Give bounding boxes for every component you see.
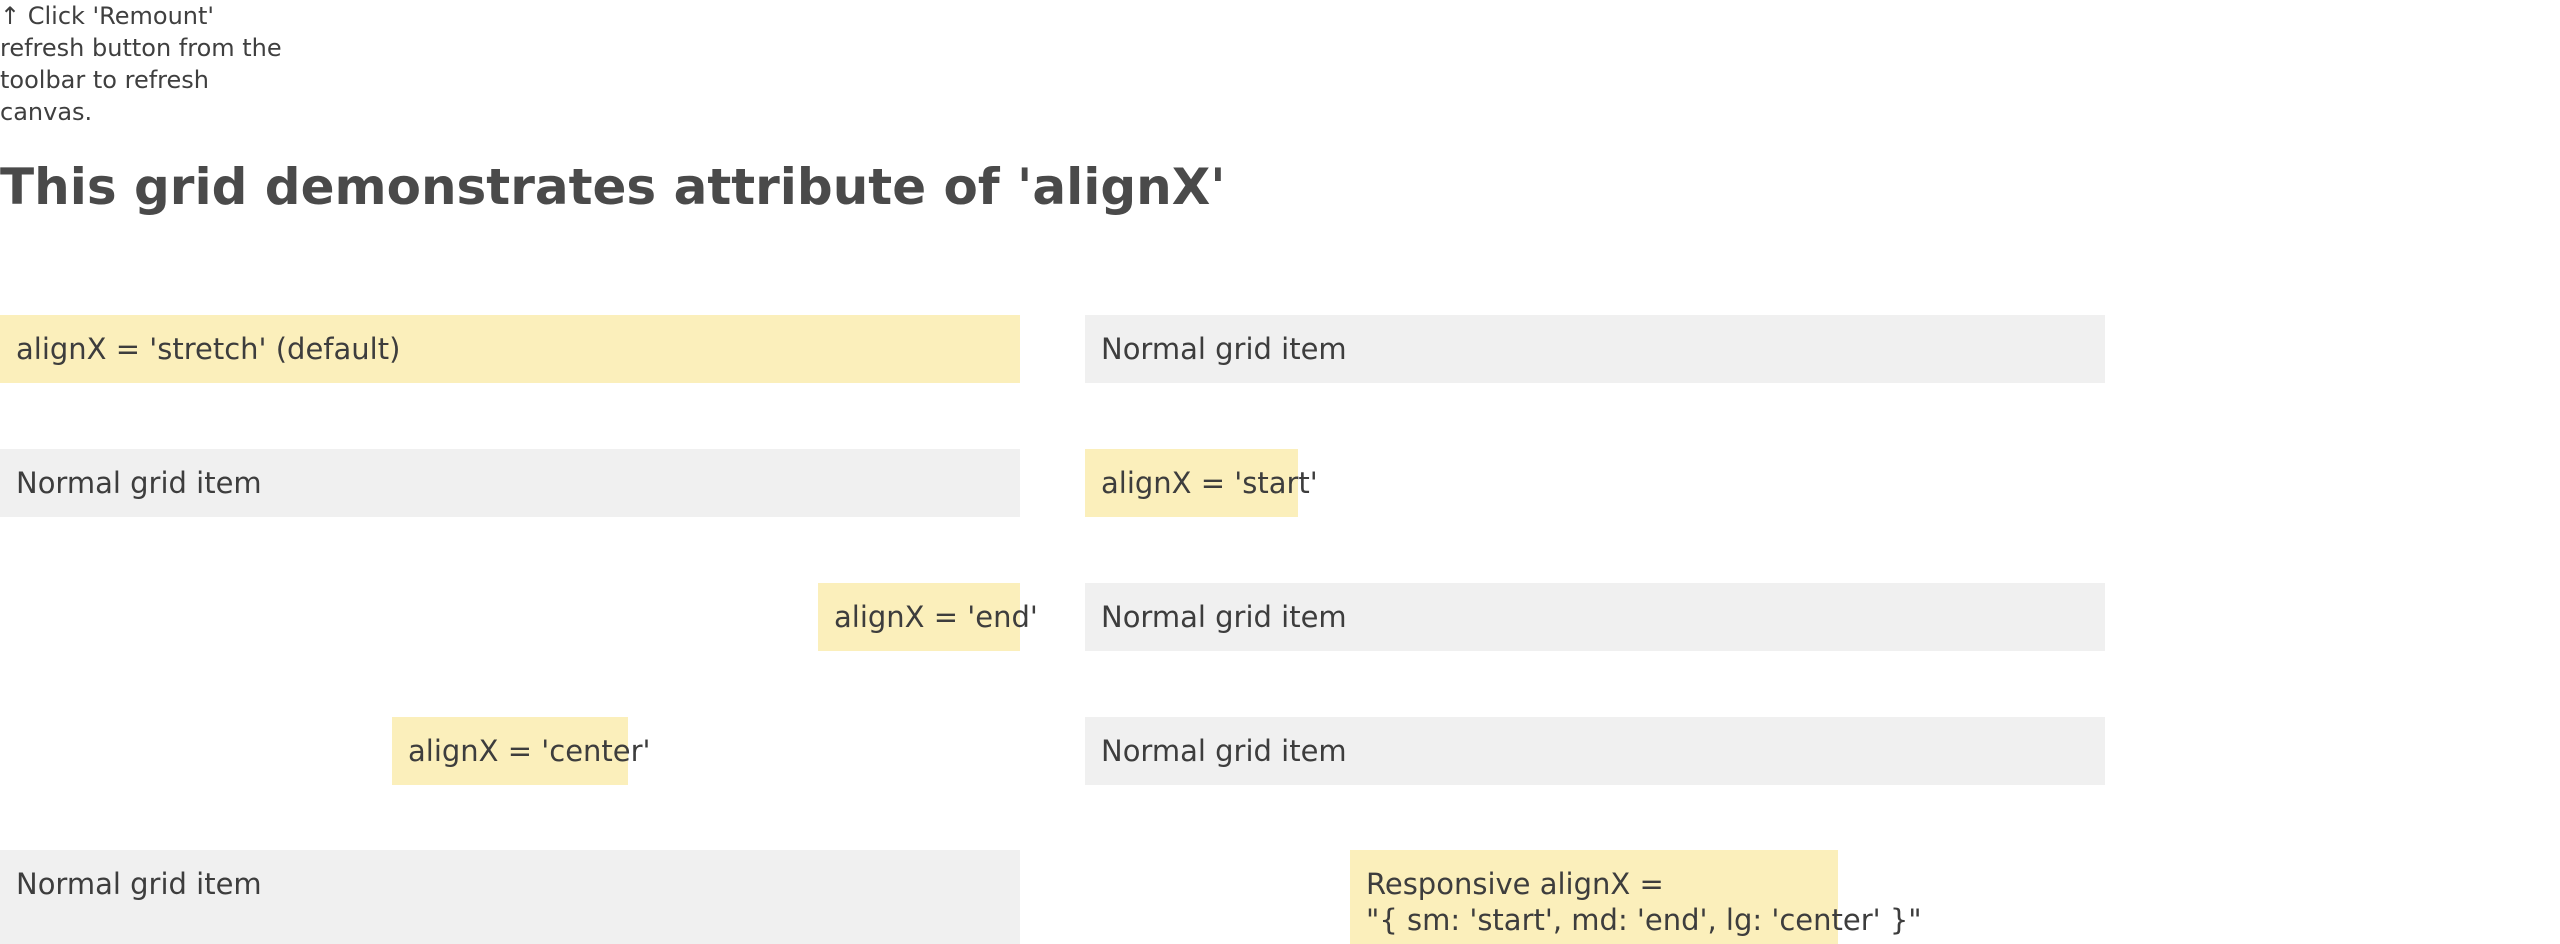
page-title: This grid demonstrates attribute of 'ali… (0, 158, 1226, 216)
grid-item-align-end: alignX = 'end' (818, 583, 1038, 651)
grid-item-normal: Normal grid item (1085, 315, 2105, 383)
grid-item-align-responsive: Responsive alignX = "{ sm: 'start', md: … (1350, 850, 1922, 944)
grid-item-label: Normal grid item (1101, 332, 1347, 366)
grid-item-label-line1: Responsive alignX = (1366, 867, 1664, 901)
grid-item-label: Normal grid item (16, 867, 262, 901)
grid-item-normal: Normal grid item (1085, 717, 2105, 785)
grid-item-label-line2: "{ sm: 'start', md: 'end', lg: 'center' … (1366, 903, 1922, 937)
grid-item-align-center: alignX = 'center' (392, 717, 651, 785)
grid-item-normal: Normal grid item (1085, 583, 2105, 651)
grid-item-normal: Normal grid item (0, 850, 1020, 944)
grid-item-label: Normal grid item (1101, 734, 1347, 768)
grid-item-label: Normal grid item (16, 466, 262, 500)
grid-item-label: Normal grid item (1101, 600, 1347, 634)
grid-item-align-stretch: alignX = 'stretch' (default) (0, 315, 1020, 383)
remount-notice: ↑ Click 'Remount' refresh button from th… (0, 2, 282, 126)
grid-item-label: alignX = 'end' (834, 600, 1038, 634)
grid-item-normal: Normal grid item (0, 449, 1020, 517)
grid-item-label: alignX = 'start' (1101, 466, 1318, 500)
grid-item-label: alignX = 'center' (408, 734, 651, 768)
grid-item-label: alignX = 'stretch' (default) (16, 332, 401, 366)
grid-item-align-start: alignX = 'start' (1085, 449, 1318, 517)
